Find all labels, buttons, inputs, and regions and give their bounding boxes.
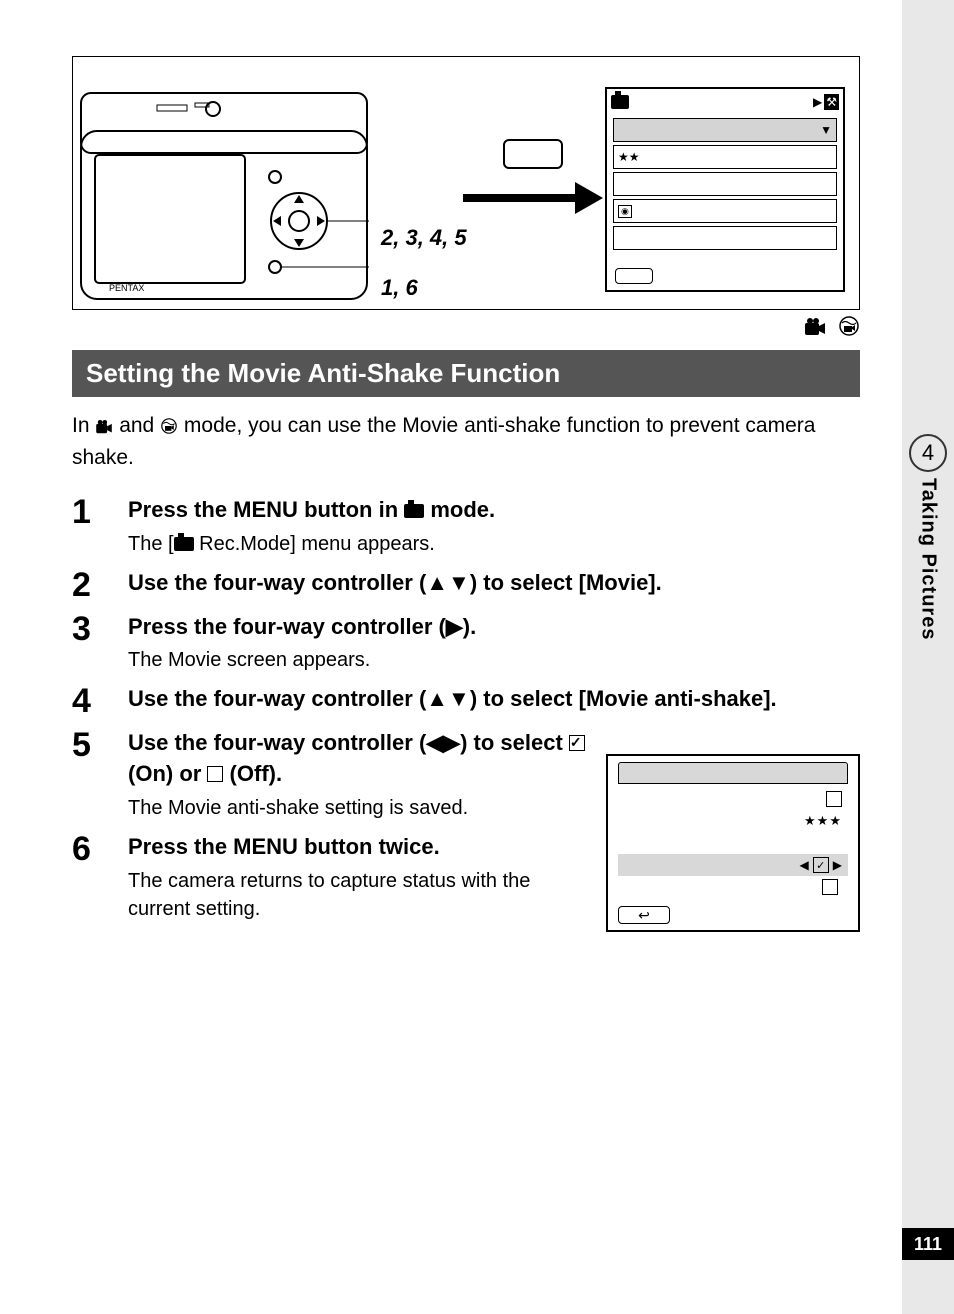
lcd-menu-back-icon: ↩ [618,906,670,924]
step-title: Press the MENU button in mode. [128,495,860,526]
figure-box: PENTAX 2, 3, 4, 5 1, 6 ▶ ⚒ [72,56,860,310]
box-icon [826,791,842,807]
intro-paragraph: In and mode, you can use the Movie anti-… [72,411,860,474]
movie-mode-icon [804,318,826,342]
lcd-movie-menu: ★★★ ◀ ✓ ▶ ↩ [606,754,860,932]
intro-text: and [113,414,160,437]
step-number: 2 [72,568,128,602]
step-sub: The Movie screen appears. [128,646,860,674]
step-number: 6 [72,832,128,923]
right-margin-strip [902,0,954,1314]
triangle-left-icon: ◀ [800,858,809,872]
step-title: Use the four-way controller (◀▶) to sele… [128,728,590,790]
step-title: Use the four-way controller (▲▼) to sele… [128,568,860,599]
annotation-ok-button: 1, 6 [381,275,418,301]
camera-tab-icon [611,95,629,109]
lcd-menu-label-icon [615,268,653,284]
step-4: 4 Use the four-way controller (▲▼) to se… [72,684,860,718]
lcd-row-spacer [618,832,848,854]
lcd-row-quality: ★★★ [618,810,848,832]
checkbox-on-icon [569,735,585,751]
menu-press-arrow [463,139,603,249]
step-sub: The Movie anti-shake setting is saved. [128,794,590,822]
lcd-movie-title [618,762,848,784]
chapter-title-vertical: Taking Pictures [917,478,940,640]
applicable-mode-icons [72,316,860,338]
underwater-movie-mode-icon [838,316,860,342]
step-title: Press the MENU button twice. [128,832,590,863]
triangle-right-icon: ▶ [833,858,842,872]
page-number: 111 [902,1228,954,1260]
capture-mode-icon [174,537,194,551]
intro-text: mode, you can use the Movie anti-shake f… [72,414,815,469]
lcd-row-iso [613,226,837,250]
intro-text: In [72,414,95,437]
lcd-row-pixels [618,788,848,810]
step-number: 5 [72,728,128,822]
page: 4 Taking Pictures 111 [0,0,954,1314]
step-1: 1 Press the MENU button in mode. The [ R… [72,495,860,558]
movie-mode-icon [95,413,113,443]
step-sub: The [ Rec.Mode] menu appears. [128,530,860,558]
lcd-row-wb [613,172,837,196]
checkbox-off-icon [822,879,838,895]
chapter-side-tab: 4 Taking Pictures [902,434,954,640]
content-area: PENTAX 2, 3, 4, 5 1, 6 ▶ ⚒ [72,56,860,933]
lcd-row-quality: ★★ [613,145,837,169]
tool-tab-icon: ⚒ [824,94,839,110]
section-heading: Setting the Movie Anti-Shake Function [72,350,860,397]
lcd-row-metering: ◉ [613,199,837,223]
stars-icon: ★★★ [804,813,842,829]
step-number: 4 [72,684,128,718]
lcd-top-row: ▶ ⚒ [607,89,843,115]
step-title: Use the four-way controller (▲▼) to sele… [128,684,860,715]
arrow-right-icon [463,191,603,205]
tab-arrow-icon: ▶ [813,95,822,109]
lcd-rec-mode-menu: ▶ ⚒ ▼ ★★ ◉ [605,87,845,292]
step-3: 3 Press the four-way controller (▶). The… [72,612,860,675]
step-sub: The camera returns to capture status wit… [128,867,590,923]
camera-logo: PENTAX [109,283,144,293]
lcd-row-below [618,876,848,898]
checkbox-off-icon [207,766,223,782]
step-number: 1 [72,495,128,558]
capture-mode-icon [404,504,424,518]
metering-icon: ◉ [618,205,632,218]
underwater-movie-mode-icon [160,413,178,443]
chapter-number-circle: 4 [909,434,947,472]
annotation-controller: 2, 3, 4, 5 [381,225,467,251]
menu-button-icon [503,139,563,169]
camera-illustration: PENTAX [79,91,369,301]
step-title: Press the four-way controller (▶). [128,612,860,643]
step-number: 3 [72,612,128,675]
lcd-row-selected: ▼ [613,118,837,142]
lcd-row-anti-shake-selected: ◀ ✓ ▶ [618,854,848,876]
step-2: 2 Use the four-way controller (▲▼) to se… [72,568,860,602]
arrow-down-icon: ▼ [820,123,832,137]
checkbox-on-icon: ✓ [813,857,829,873]
